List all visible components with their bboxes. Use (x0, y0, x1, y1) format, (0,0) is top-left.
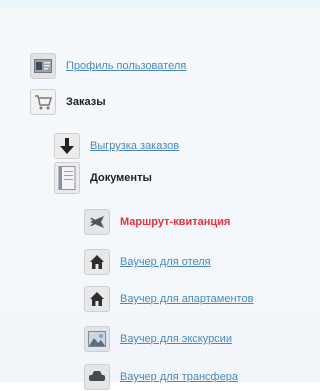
car-icon (84, 364, 110, 390)
tree-item-documents[interactable]: Документы (54, 162, 152, 194)
tree-item-documents-label[interactable]: Документы (90, 172, 152, 184)
tree-item-orders-export-label[interactable]: Выгрузка заказов (90, 140, 179, 152)
house-icon (84, 249, 110, 275)
document-icon (54, 162, 80, 194)
airplane-icon (84, 209, 110, 235)
tree-item-route-receipt[interactable]: Маршрут-квитанция (84, 208, 230, 236)
tree-item-voucher-apartment-label[interactable]: Ваучер для апартаментов (120, 293, 253, 305)
cart-icon (30, 89, 56, 115)
tree-item-orders-export[interactable]: Выгрузка заказов (54, 132, 179, 160)
tree-item-orders[interactable]: Заказы (30, 88, 106, 116)
tree-item-voucher-transfer-label[interactable]: Ваучер для трансфера (120, 371, 238, 383)
user-card-icon (30, 53, 56, 79)
landscape-icon (84, 326, 110, 352)
tree-item-voucher-apartment[interactable]: Ваучер для апартаментов (84, 285, 253, 313)
tree-item-voucher-excursion-label[interactable]: Ваучер для экскурсии (120, 333, 232, 345)
navigation-tree: Профиль пользователя Заказы Выгрузка зак… (0, 8, 320, 390)
tree-item-orders-label[interactable]: Заказы (66, 96, 106, 108)
tree-item-profile[interactable]: Профиль пользователя (30, 52, 186, 80)
tree-item-voucher-hotel-label[interactable]: Ваучер для отеля (120, 256, 211, 268)
tree-item-profile-label[interactable]: Профиль пользователя (66, 60, 186, 72)
download-arrow-icon (54, 133, 80, 159)
tree-item-voucher-hotel[interactable]: Ваучер для отеля (84, 248, 211, 276)
tree-item-voucher-transfer[interactable]: Ваучер для трансфера (84, 363, 238, 391)
tree-item-voucher-excursion[interactable]: Ваучер для экскурсии (84, 325, 232, 353)
tree-item-route-receipt-label[interactable]: Маршрут-квитанция (120, 216, 230, 228)
house-icon (84, 286, 110, 312)
